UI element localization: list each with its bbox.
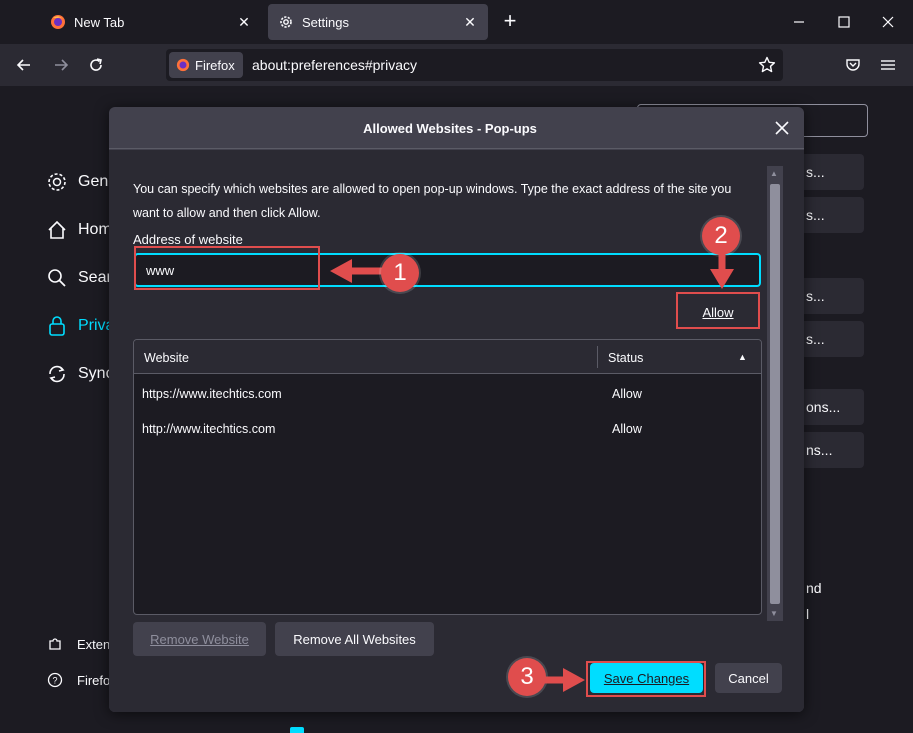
close-icon[interactable] [876,10,900,34]
menu-icon[interactable] [876,53,900,77]
url-text[interactable]: about:preferences#privacy [252,57,417,73]
identity-box[interactable]: Firefox [169,52,243,78]
bg-text: l [806,606,810,622]
websites-table: Website Status ▲ https://www.itechtics.c… [133,339,762,615]
address-label: Address of website [133,232,243,247]
sidebar-item-sync[interactable]: Sync [45,362,114,386]
tab-settings[interactable]: Settings ✕ [268,4,488,40]
allowed-websites-dialog: Allowed Websites - Pop-ups You can speci… [109,107,804,712]
close-tab-icon[interactable]: ✕ [462,14,478,30]
scroll-down-icon[interactable]: ▼ [770,609,778,618]
scroll-up-icon[interactable]: ▲ [770,169,778,178]
column-website[interactable]: Website [144,351,189,365]
tab-label: Settings [302,14,349,30]
new-tab-button[interactable]: + [498,10,522,34]
gear-icon [278,14,294,30]
sidebar-item-label: Sear [78,269,112,286]
annotation-arrow-down [710,253,734,289]
sync-icon [45,362,69,386]
firefox-icon [50,14,66,30]
forward-arrow-icon[interactable] [49,53,73,77]
step-badge-2: 2 [702,217,740,255]
highlight-allow-button [676,292,760,329]
bookmark-star-icon[interactable] [756,54,778,76]
search-icon [45,266,69,290]
tab-label: New Tab [74,14,125,30]
sidebar-item-home[interactable]: Hom [45,218,112,242]
dialog-description: You can specify which websites are allow… [133,182,732,220]
sidebar-item-label: Firefo [77,672,111,688]
pocket-icon[interactable] [841,53,865,77]
maximize-icon[interactable] [832,10,856,34]
sidebar-item-extensions[interactable]: Exten [47,636,110,652]
bg-text: nd [806,580,822,596]
scrollbar-thumb[interactable] [770,184,780,604]
highlight-save-button [586,661,706,697]
row-status: Allow [612,422,642,436]
annotation-arrow-right [543,668,585,692]
sidebar-item-privacy[interactable]: Priva [45,314,114,338]
home-icon [45,218,69,242]
step-badge-3: 3 [508,658,546,696]
annotation-arrow-left [330,259,386,283]
sort-up-icon: ▲ [738,352,747,362]
scrollbar[interactable]: ▲ ▼ [767,166,783,621]
column-divider[interactable] [597,346,598,368]
step-badge-1: 1 [381,254,419,292]
dialog-body: You can specify which websites are allow… [109,150,804,712]
sidebar-item-label: Exten [77,636,111,652]
dialog-header: Allowed Websites - Pop-ups [109,107,804,149]
row-website: http://www.itechtics.com [142,422,276,436]
reload-icon[interactable] [84,53,108,77]
table-row[interactable]: https://www.itechtics.com Allow [134,377,761,411]
tab-strip: New Tab ✕ Settings ✕ + [0,0,913,44]
close-tab-icon[interactable]: ✕ [236,14,252,30]
puzzle-icon [47,636,63,652]
back-arrow-icon[interactable] [12,53,36,77]
gear-icon [45,170,69,194]
sidebar-item-general[interactable]: Gene [45,170,117,194]
lock-icon [45,314,69,338]
row-status: Allow [612,387,642,401]
remove-all-websites-button[interactable]: Remove All Websites [275,622,434,656]
row-website: https://www.itechtics.com [142,387,282,401]
bg-checkbox[interactable] [290,727,304,733]
close-icon[interactable] [771,117,793,139]
sidebar-item-label: Hom [78,221,112,238]
sidebar-item-search[interactable]: Sear [45,266,112,290]
table-header: Website Status ▲ [134,340,761,374]
dialog-title: Allowed Websites - Pop-ups [363,121,537,136]
remove-website-button[interactable]: Remove Website [133,622,266,656]
minimize-icon[interactable] [787,10,811,34]
svg-text:?: ? [52,676,57,686]
column-status[interactable]: Status [608,351,643,365]
tab-new-tab[interactable]: New Tab ✕ [40,4,262,40]
sidebar-item-support[interactable]: ? Firefo [47,672,110,688]
firefox-icon [176,58,190,72]
table-row[interactable]: http://www.itechtics.com Allow [134,412,761,446]
identity-label: Firefox [195,57,235,73]
help-icon: ? [47,672,63,688]
cancel-button[interactable]: Cancel [715,663,782,693]
highlight-address-input [134,246,320,290]
